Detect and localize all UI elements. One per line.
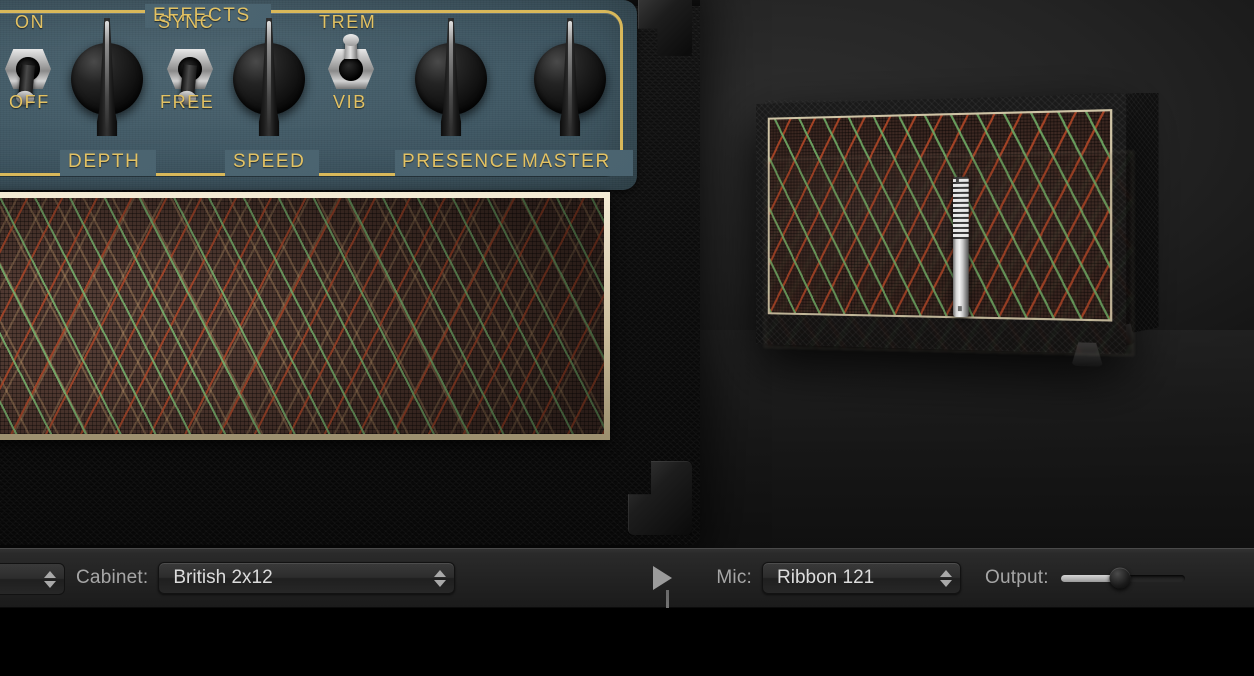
cabinet-stepper-icon[interactable] [434,569,447,587]
stepper-down-icon [44,580,56,588]
sync-free-switch[interactable] [167,41,213,100]
amp-grille-cloth [0,198,604,434]
bottom-toolbar: Cabinet: British 2x12 Mic: Ribbon 121 Ou… [0,548,1254,608]
amp-control-panel: EFFECTS DEPTH SPEED PRESENCE MASTER ON O… [0,0,637,190]
ribbon-microphone[interactable] [953,176,969,318]
mic-label: Mic: [716,567,753,588]
amplifier-head[interactable]: EFFECTS DEPTH SPEED PRESENCE MASTER ON O… [0,0,700,545]
cabinet-label: Cabinet: [76,567,149,588]
knob-gloss-icon [449,21,453,129]
cabinet-grille-cloth [769,111,1111,320]
stepper-up-icon [44,570,56,578]
stepper-up-icon [434,569,447,577]
on-label: ON [15,12,46,32]
free-label: FREE [160,92,215,112]
mic-popup-button[interactable]: Ribbon 121 [762,562,962,594]
speed-label: SPEED [233,151,306,172]
toggle-lever-icon [343,34,359,59]
speaker-cabinet[interactable] [748,82,1188,352]
amp-model-popup-partial[interactable] [0,563,65,595]
knob-gloss-icon [568,21,572,129]
amp-designer-window: EFFECTS DEPTH SPEED PRESENCE MASTER ON O… [0,0,1254,676]
presence-label: PRESENCE [402,151,520,172]
stepper-down-icon [940,579,953,587]
mic-grille-icon [953,176,969,239]
output-slider-knob[interactable] [1109,567,1131,589]
cabinet-popup-button[interactable]: British 2x12 [158,562,456,594]
window-bottom-area [0,608,1254,676]
amp-speaker-grille [0,192,610,440]
sync-label: SYNC [158,12,215,32]
depth-knob[interactable] [71,18,143,136]
stepper-arrows-icon[interactable] [44,570,56,588]
cabinet-grille [767,109,1113,322]
cabinet-front-panel [756,93,1127,355]
vib-label: VIB [333,92,367,112]
toggle-hole-icon [339,57,363,81]
presence-knob[interactable] [415,18,487,136]
trem-label: TREM [319,12,377,32]
trem-vib-switch[interactable] [328,34,374,97]
off-label: OFF [9,92,50,112]
speed-knob[interactable] [233,18,305,136]
effects-on-off-switch[interactable] [5,41,51,100]
master-knob[interactable] [534,18,606,136]
mic-stepper-icon[interactable] [940,569,953,587]
knob-gloss-icon [267,21,271,129]
mic-popup-value: Ribbon 121 [777,567,875,588]
stepper-up-icon [940,569,953,577]
mic-cap-icon [955,178,959,183]
stepper-down-icon [434,579,447,587]
knob-gloss-icon [105,21,109,129]
output-slider[interactable] [1060,567,1185,589]
cabinet-popup-value: British 2x12 [173,567,273,588]
depth-label: DEPTH [68,151,141,172]
mic-badge-icon [957,306,962,312]
master-label: MASTER [522,151,611,172]
expand-disclosure-triangle-icon[interactable] [653,566,673,590]
output-label: Output: [985,567,1049,588]
